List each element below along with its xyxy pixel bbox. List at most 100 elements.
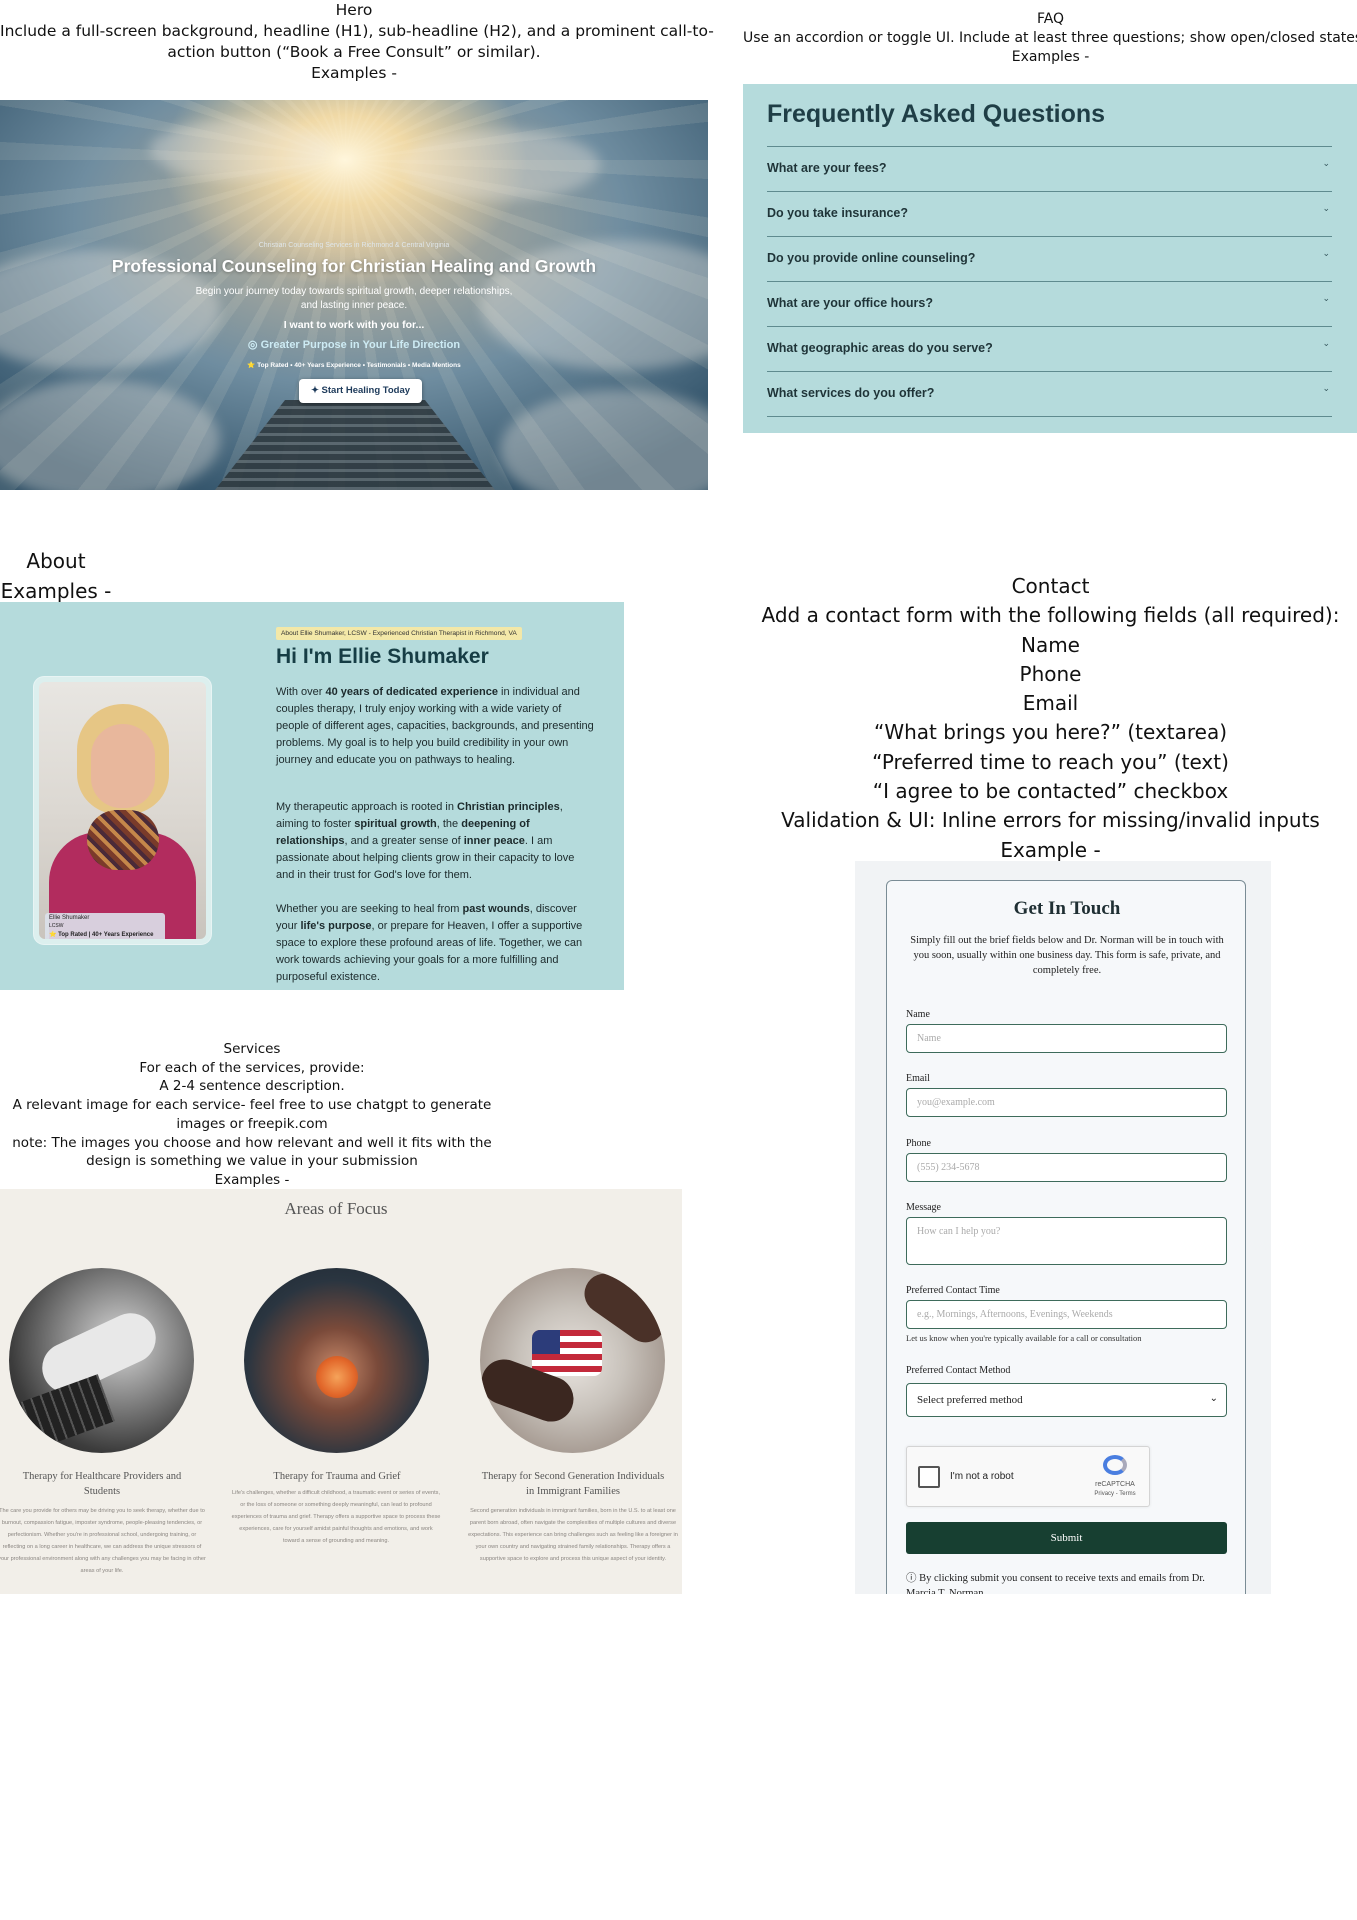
start-healing-button[interactable]: ✦ Start Healing Today [299, 379, 422, 403]
services-section: Areas of Focus Therapy for Healthcare Pr… [0, 1189, 682, 1594]
hero-kicker: Christian Counseling Services in Richmon… [258, 242, 450, 249]
hero-trust-line: ⭐ Top Rated • 40+ Years Experience • Tes… [247, 362, 461, 369]
services-title: Areas of Focus [284, 1199, 388, 1218]
message-label: Message [906, 1202, 941, 1213]
service-name: Therapy for Trauma and Grief [273, 1471, 401, 1482]
contact-intro: Simply fill out the brief fields below a… [910, 935, 1224, 976]
contact-title: Get In Touch [1013, 898, 1121, 919]
cloud [150, 120, 330, 180]
faq-item[interactable]: What are your fees? ⌄ [767, 146, 1332, 191]
check-circle-icon: ◎ [247, 339, 261, 351]
contact-time-label: Preferred Contact Time [906, 1285, 1000, 1296]
services-caption-line: For each of the services, provide: [139, 1059, 365, 1076]
phone-label: Phone [906, 1138, 931, 1149]
photo-tag: Ellie Shumaker LCSW ⭐ Top Rated | 40+ Ye… [45, 913, 165, 939]
contact-caption-line: Email [1022, 691, 1079, 716]
faq-question: Do you provide online counseling? [767, 251, 976, 265]
about-caption: About Examples - [0, 546, 112, 606]
hero-caption-title: Hero [335, 1, 373, 19]
services-caption: Services For each of the services, provi… [0, 1040, 504, 1190]
contact-time-hint: Let us know when you're typically availa… [906, 1333, 1142, 1343]
about-badge: About Ellie Shumaker, LCSW - Experienced… [276, 627, 522, 640]
contact-caption-line: Name [1020, 632, 1080, 657]
service-description: The care you provide for others may be d… [0, 1508, 206, 1574]
contact-method-label: Preferred Contact Method [906, 1365, 1011, 1376]
recaptcha-widget: I'm not a robot reCAPTCHA Privacy - Term… [906, 1446, 1150, 1507]
contact-caption-title: Contact [1011, 574, 1090, 598]
flag-canton [532, 1330, 560, 1354]
services-caption-line: note: The images you choose and how rele… [12, 1134, 492, 1151]
name-field[interactable]: Name [906, 1024, 1227, 1053]
service-name: Therapy for Second Generation Individual… [481, 1471, 665, 1497]
faq-question: Do you take insurance? [767, 206, 909, 220]
portrait-frame: Ellie Shumaker LCSW ⭐ Top Rated | 40+ Ye… [34, 677, 211, 944]
faq-caption-line: Examples - [1011, 48, 1090, 65]
faq-item[interactable]: What services do you offer? ⌄ [767, 371, 1332, 416]
captcha-label: I'm not a robot [950, 1471, 1014, 1482]
about-paragraph: Whether you are seeking to heal from pas… [276, 903, 583, 983]
service-image-healthcare [9, 1268, 194, 1453]
submit-button[interactable]: Submit [906, 1522, 1227, 1554]
faq-question: What are your office hours? [767, 296, 933, 310]
hero-h1: Professional Counseling for Christian He… [111, 256, 597, 276]
chevron-down-icon: ⌄ [1322, 384, 1330, 394]
chevron-down-icon: ⌄ [1322, 339, 1330, 349]
service-name: Therapy for Healthcare Providers and Stud… [22, 1471, 182, 1497]
captcha-checkbox[interactable] [918, 1466, 940, 1488]
portrait-photo: Ellie Shumaker LCSW ⭐ Top Rated | 40+ Ye… [39, 682, 206, 939]
hero-section: Christian Counseling Services in Richmon… [0, 100, 708, 490]
face [91, 724, 155, 808]
hero-want: I want to work with you for... [283, 319, 425, 331]
contact-caption-line: Add a contact form with the following fi… [761, 603, 1340, 628]
email-label: Email [906, 1073, 930, 1084]
about-heading: Hi I'm Ellie Shumaker [276, 645, 489, 668]
photo-tag-name: Ellie Shumaker [49, 915, 90, 921]
faq-item[interactable]: What geographic areas do you serve? ⌄ [767, 326, 1332, 371]
faq-divider [767, 416, 1332, 417]
service-image-immigrant [480, 1268, 665, 1453]
recaptcha-logo-icon [1103, 1455, 1127, 1475]
faq-question: What are your fees? [767, 161, 887, 175]
chevron-down-icon: ⌄ [1322, 159, 1330, 169]
captcha-links[interactable]: Privacy - Terms [1085, 1491, 1145, 1497]
hero-caption-line: Examples - [311, 63, 397, 82]
cloud [400, 130, 600, 200]
contact-caption-line: “Preferred time to reach you” (text) [872, 749, 1229, 774]
service-description: Second generation individuals in immigra… [468, 1508, 678, 1562]
services-caption-line: images or freepik.com [176, 1115, 328, 1132]
sparkle-icon: ✦ [310, 385, 322, 396]
photo-tag-meta: ⭐ Top Rated | 40+ Years Experience [49, 932, 154, 938]
faq-item[interactable]: What are your office hours? ⌄ [767, 281, 1332, 326]
hero-caption: Hero Include a full-screen background, h… [0, 0, 714, 84]
faq-question: What geographic areas do you serve? [767, 341, 993, 355]
faq-caption: FAQ Use an accordion or toggle UI. Inclu… [743, 10, 1357, 67]
contact-card: Get In Touch Simply fill out the brief f… [886, 880, 1246, 1594]
consent-note: ⓘ By clicking submit you consent to rece… [906, 1573, 1205, 1594]
faq-item[interactable]: Do you provide online counseling? ⌄ [767, 236, 1332, 281]
contact-method-select[interactable]: Select preferred method ⌄ [906, 1383, 1227, 1417]
faq-title: Frequently Asked Questions [767, 100, 1106, 128]
photo-tag-cred: LCSW [49, 923, 64, 929]
contact-caption-line: “I agree to be contacted” checkbox [872, 779, 1229, 804]
contact-section: Get In Touch Simply fill out the brief f… [855, 861, 1271, 1594]
service-image-trauma [244, 1268, 429, 1453]
service-description: Life's challenges, whether a difficult c… [231, 1490, 441, 1544]
chevron-down-icon: ⌄ [1209, 1393, 1218, 1404]
about-section: Ellie Shumaker LCSW ⭐ Top Rated | 40+ Ye… [0, 602, 624, 990]
contact-time-field[interactable]: e.g., Mornings, Afternoons, Evenings, We… [906, 1300, 1227, 1329]
chevron-down-icon: ⌄ [1322, 249, 1330, 259]
hero-caption-line: action button (“Book a Free Consult” or … [167, 42, 541, 61]
contact-caption-line: “What brings you here?” (textarea) [873, 720, 1228, 745]
contact-caption-line: Phone [1019, 661, 1082, 686]
chevron-down-icon: ⌄ [1322, 204, 1330, 214]
hero-sub-line: Begin your journey today towards spiritu… [195, 286, 513, 297]
phone-field[interactable]: (555) 234-5678 [906, 1153, 1227, 1182]
hero-sub-line: and lasting inner peace. [300, 300, 408, 311]
email-field[interactable]: you@example.com [906, 1088, 1227, 1117]
about-paragraph: With over 40 years of dedicated experien… [276, 686, 594, 766]
faq-item[interactable]: Do you take insurance? ⌄ [767, 191, 1332, 236]
contact-caption: Contact Add a contact form with the foll… [743, 572, 1357, 865]
scarf [87, 810, 159, 870]
message-textarea[interactable]: How can I help you? [906, 1217, 1227, 1265]
faq-caption-title: FAQ [1036, 11, 1065, 27]
